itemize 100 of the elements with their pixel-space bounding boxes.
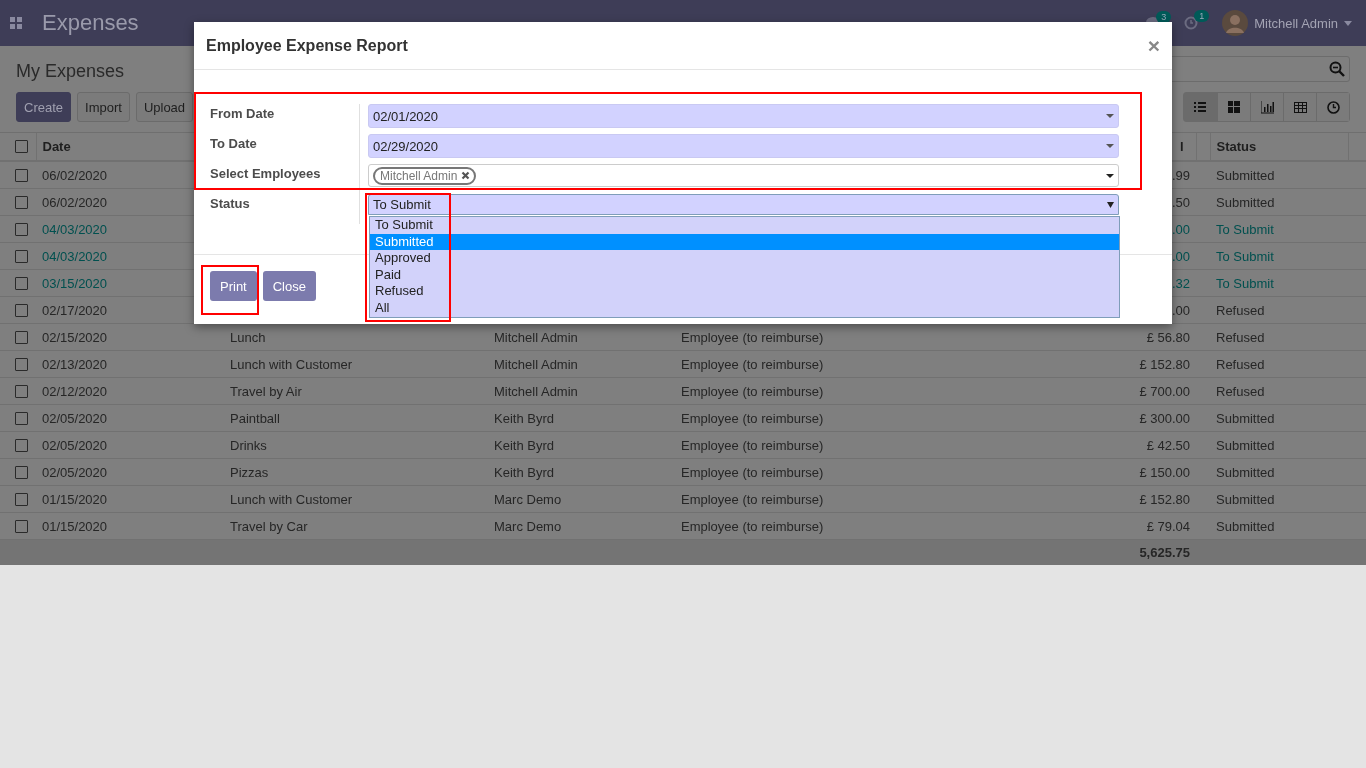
table-cell: Refused xyxy=(1216,302,1265,318)
checkbox[interactable] xyxy=(15,438,28,452)
table-cell: .50 xyxy=(1171,194,1190,210)
table-cell: £ 152.80 xyxy=(1139,356,1190,372)
view-switch-button[interactable] xyxy=(1316,93,1349,121)
checkbox[interactable] xyxy=(15,411,28,425)
column-header[interactable]: Date xyxy=(42,139,71,154)
dropdown-option[interactable]: All xyxy=(370,299,1119,317)
employee-field[interactable]: Mitchell Admin xyxy=(368,164,1119,187)
checkbox[interactable] xyxy=(15,384,28,398)
table-cell: Submitted xyxy=(1216,194,1275,210)
table-cell: To Submit xyxy=(1216,248,1274,264)
table-cell: 02/05/2020 xyxy=(42,410,108,426)
table-cell: Refused xyxy=(1216,356,1265,372)
close-button[interactable]: × xyxy=(1147,30,1160,61)
table-cell: Employee (to reimburse) xyxy=(681,437,824,453)
table-cell: .32 xyxy=(1171,275,1190,291)
dropdown-option[interactable]: To Submit xyxy=(370,217,1119,234)
checkbox[interactable] xyxy=(15,492,28,506)
table-cell: £ 42.50 xyxy=(1146,437,1190,453)
table-cell: Lunch xyxy=(230,329,266,345)
view-switch-button[interactable] xyxy=(1184,93,1217,121)
toolbar-button[interactable]: Upload xyxy=(135,92,194,122)
counter-badge: 3 xyxy=(1156,11,1172,23)
search-icon[interactable] xyxy=(1329,61,1345,77)
table-cell: £ 152.80 xyxy=(1139,491,1190,507)
caret-icon[interactable] xyxy=(1106,173,1114,178)
checkbox[interactable] xyxy=(15,168,28,182)
table-cell: £ 150.00 xyxy=(1139,464,1190,480)
user-name[interactable]: Mitchell Admin xyxy=(1254,15,1338,31)
table-cell: Keith Byrd xyxy=(494,464,554,480)
caret-icon[interactable] xyxy=(1107,201,1114,208)
grid-icon xyxy=(1227,100,1241,114)
table-cell: Lunch with Customer xyxy=(230,491,353,507)
dropdown-option[interactable]: Submitted xyxy=(370,233,1119,251)
counter-badge: 1 xyxy=(1194,10,1210,22)
dialog-button[interactable]: Close xyxy=(262,271,316,301)
table-cell: 04/03/2020 xyxy=(42,221,108,237)
checkbox[interactable] xyxy=(15,140,28,153)
checkbox[interactable] xyxy=(15,249,28,263)
table-cell: 06/02/2020 xyxy=(42,194,108,210)
checkbox[interactable] xyxy=(15,222,28,236)
checkbox[interactable] xyxy=(15,195,28,209)
table-cell: .00 xyxy=(1171,248,1190,264)
table-cell: 02/17/2020 xyxy=(42,302,108,318)
checkbox[interactable] xyxy=(15,519,28,533)
table-cell: To Submit xyxy=(1216,275,1274,291)
checkbox[interactable] xyxy=(15,465,28,479)
table-cell: Travel by Car xyxy=(230,518,308,534)
avatar-icon[interactable] xyxy=(1222,10,1249,36)
table-cell: 02/05/2020 xyxy=(42,437,108,453)
dialog-title: Employee Expense Report xyxy=(206,36,409,55)
table-cell: Refused xyxy=(1216,383,1265,399)
dropdown-option[interactable]: Refused xyxy=(370,283,1119,300)
field-label: To Date xyxy=(210,134,360,164)
table-cell: £ 79.04 xyxy=(1146,518,1190,534)
column-header[interactable]: l xyxy=(1179,139,1184,154)
table-cell: .99 xyxy=(1171,167,1190,183)
table-cell: Submitted xyxy=(1216,437,1275,453)
apps-icon[interactable] xyxy=(10,17,22,29)
view-switch-button[interactable] xyxy=(1250,93,1283,121)
clock-icon[interactable] xyxy=(1184,16,1199,30)
toolbar-button[interactable]: Import xyxy=(77,92,130,122)
date-field[interactable]: 02/01/2020 xyxy=(368,104,1119,128)
table-cell: Marc Demo xyxy=(494,518,562,534)
table-cell: Submitted xyxy=(1216,464,1275,480)
dropdown-option[interactable]: Paid xyxy=(370,266,1119,284)
table-cell: Lunch with Customer xyxy=(230,356,353,372)
table-cell: 02/15/2020 xyxy=(42,329,108,345)
checkbox[interactable] xyxy=(15,357,28,371)
table-cell: Employee (to reimburse) xyxy=(681,383,824,399)
checkbox[interactable] xyxy=(15,276,28,290)
table-cell: £ 56.80 xyxy=(1146,329,1190,345)
table-cell: Submitted xyxy=(1216,167,1275,183)
total-sum: 5,625.75 xyxy=(1139,545,1190,560)
employee-tag[interactable]: Mitchell Admin xyxy=(373,166,477,185)
checkbox[interactable] xyxy=(15,303,28,317)
checkbox[interactable] xyxy=(15,330,28,344)
table-cell: 03/15/2020 xyxy=(42,275,108,291)
column-header[interactable]: Status xyxy=(1216,139,1257,154)
view-switch-button[interactable] xyxy=(1283,93,1316,121)
table-cell: Mitchell Admin xyxy=(494,383,578,399)
table-cell: Employee (to reimburse) xyxy=(681,329,824,345)
toolbar-button[interactable]: Create xyxy=(16,92,72,122)
table-cell: 02/13/2020 xyxy=(42,356,108,372)
field-label: From Date xyxy=(210,104,360,134)
table-cell: Submitted xyxy=(1216,410,1275,426)
table-cell: Keith Byrd xyxy=(494,410,554,426)
app-title: Expenses xyxy=(42,10,139,36)
remove-icon[interactable] xyxy=(461,171,471,180)
dialog-button[interactable]: Print xyxy=(210,271,257,301)
status-select[interactable]: To Submit xyxy=(368,194,1119,215)
dropdown-option[interactable]: Approved xyxy=(370,250,1119,267)
date-field[interactable]: 02/29/2020 xyxy=(368,134,1119,158)
table-cell: Marc Demo xyxy=(494,491,562,507)
table-cell: Drinks xyxy=(230,437,267,453)
table-cell: Mitchell Admin xyxy=(494,329,578,345)
view-switch-button[interactable] xyxy=(1217,93,1250,121)
table-cell: To Submit xyxy=(1216,221,1274,237)
table-cell: £ 300.00 xyxy=(1139,410,1190,426)
